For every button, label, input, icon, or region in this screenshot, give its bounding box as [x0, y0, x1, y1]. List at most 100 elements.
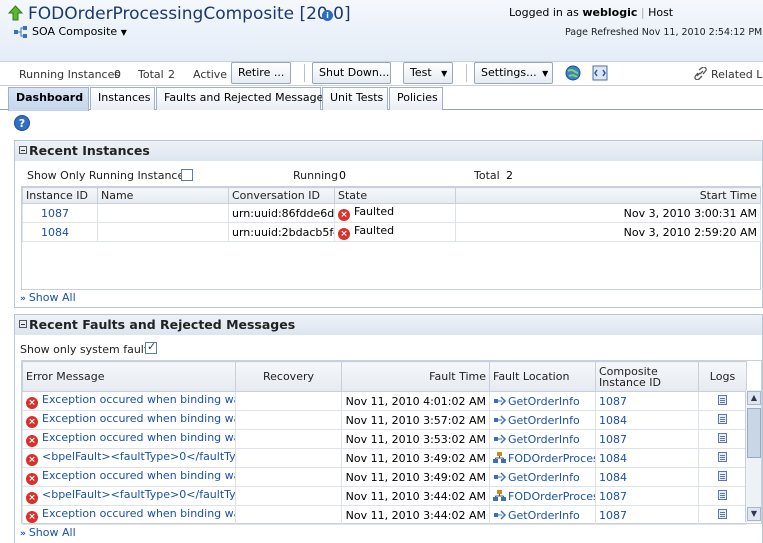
recent-instances-header[interactable]: Recent Instances	[15, 141, 762, 161]
logs-cell	[698, 391, 747, 411]
conversation-id: urn:uuid:86fdde6d-l	[228, 203, 335, 223]
col-fault-time[interactable]: Fault Time	[341, 361, 490, 392]
col-composite-instance-id[interactable]: Composite Instance ID	[595, 361, 699, 392]
col-state[interactable]: State	[334, 187, 456, 204]
fault-location-link[interactable]: GetOrderInfo	[508, 433, 580, 446]
fault-location-cell: GetOrderInfo	[489, 391, 596, 411]
col-error-message[interactable]: Error Message	[22, 361, 236, 392]
error-message-link[interactable]: <bpelFault><faultType>0</faultType	[42, 450, 235, 463]
recovery-cell	[235, 486, 342, 506]
col-instance-id[interactable]: Instance ID	[22, 187, 98, 204]
fault-location-link[interactable]: GetOrderInfo	[508, 414, 580, 427]
error-message-link[interactable]: Exception occured when binding was in	[42, 412, 235, 425]
col-recovery[interactable]: Recovery	[235, 361, 342, 392]
tab-policies[interactable]: Policies	[389, 87, 443, 110]
log-icon[interactable]	[718, 489, 727, 500]
fault-location-link[interactable]: GetOrderInfo	[508, 395, 580, 408]
collapse-icon[interactable]	[19, 320, 27, 328]
composite-instance-id-link[interactable]: 1087	[595, 505, 699, 525]
composite-instance-id-link[interactable]: 1084	[595, 467, 699, 487]
faults-vertical-scrollbar[interactable]: ▲ ▼	[745, 390, 761, 522]
fault-location-link[interactable]: FODOrderProcess	[508, 490, 595, 503]
log-icon[interactable]	[718, 508, 727, 519]
table-row[interactable]: × Exception occured when binding was in No…	[22, 505, 747, 525]
chevron-down-icon: ▼	[441, 69, 448, 78]
logs-cell	[698, 486, 747, 506]
xml-source-icon[interactable]	[592, 65, 608, 81]
error-message-link[interactable]: Exception occured when binding was in	[42, 431, 235, 444]
log-icon[interactable]	[718, 470, 727, 481]
recent-faults-header[interactable]: Recent Faults and Rejected Messages	[15, 315, 762, 335]
username[interactable]: weblogic	[582, 6, 637, 19]
table-row[interactable]: × Exception occured when binding was in No…	[22, 391, 747, 411]
table-row[interactable]: × Exception occured when binding was in No…	[22, 429, 747, 449]
recent-instances-title: Recent Instances	[29, 143, 150, 158]
shut-down-button[interactable]: Shut Down...	[312, 62, 391, 84]
fault-location-link[interactable]: GetOrderInfo	[508, 471, 580, 484]
composite-instance-id-link[interactable]: 1087	[595, 429, 699, 449]
table-row[interactable]: × Exception occured when binding was in No…	[22, 467, 747, 487]
collapse-icon[interactable]	[19, 146, 27, 154]
error-message-link[interactable]: Exception occured when binding was in	[42, 469, 235, 482]
table-row[interactable]: 1084 urn:uuid:2bdacb5f-5 × Faulted Nov 3,…	[22, 222, 761, 242]
instance-id-link[interactable]: 1084	[22, 222, 98, 242]
scroll-down-icon[interactable]: ▼	[747, 507, 761, 521]
tab-faults-rejected[interactable]: Faults and Rejected Messages	[156, 87, 329, 110]
col-start-time[interactable]: Start Time	[455, 187, 761, 204]
double-chevron-icon: »	[20, 529, 26, 539]
help-icon[interactable]: ?	[14, 115, 30, 131]
error-message-link[interactable]: Exception occured when binding was in	[42, 507, 235, 520]
error-message-cell: × <bpelFault><faultType>0</faultType	[22, 486, 236, 506]
faults-header-row: Error Message Recovery Fault Time Fault …	[22, 361, 747, 392]
fault-location-link[interactable]: FODOrderProcess	[508, 452, 595, 465]
col-name[interactable]: Name	[97, 187, 229, 204]
error-message-cell: × <bpelFault><faultType>0</faultType	[22, 448, 236, 468]
col-conversation-id[interactable]: Conversation ID	[228, 187, 335, 204]
col-fault-location[interactable]: Fault Location	[489, 361, 596, 392]
instance-id-link[interactable]: 1087	[22, 203, 98, 223]
log-icon[interactable]	[718, 432, 727, 443]
host-link[interactable]: Host	[648, 6, 673, 19]
composite-instance-id-link[interactable]: 1084	[595, 410, 699, 430]
logged-in-label: Logged in as	[509, 6, 579, 19]
tab-unit-tests[interactable]: Unit Tests	[322, 87, 388, 110]
composite-instance-id-link[interactable]: 1087	[595, 486, 699, 506]
error-message-link[interactable]: <bpelFault><faultType>0</faultType	[42, 488, 235, 501]
info-icon[interactable]: i	[322, 10, 333, 21]
logs-cell	[698, 505, 747, 525]
fault-location-link[interactable]: GetOrderInfo	[508, 509, 580, 522]
log-icon[interactable]	[718, 394, 727, 405]
composite-instance-id-link[interactable]: 1087	[595, 391, 699, 411]
log-icon[interactable]	[718, 413, 727, 424]
error-message-link[interactable]: Exception occured when binding was in	[42, 393, 235, 406]
soa-composite-menu[interactable]: SOA Composite ▼	[32, 25, 127, 38]
fault-time: Nov 11, 2010 3:53:02 AM	[341, 429, 490, 449]
table-row[interactable]: × Exception occured when binding was in No…	[22, 410, 747, 430]
show-all-instances-link[interactable]: » Show All	[20, 291, 76, 304]
scroll-up-icon[interactable]: ▲	[747, 391, 761, 405]
col-logs[interactable]: Logs	[698, 361, 747, 392]
table-row[interactable]: × <bpelFault><faultType>0</faultType Nov 1…	[22, 486, 747, 506]
show-all-faults-link[interactable]: » Show All	[20, 526, 76, 539]
tab-dashboard[interactable]: Dashboard	[8, 87, 89, 111]
table-row[interactable]: 1087 urn:uuid:86fdde6d-l × Faulted Nov 3,…	[22, 203, 761, 223]
scrollbar-thumb[interactable]	[747, 408, 761, 458]
up-arrow-icon[interactable]	[8, 5, 23, 21]
active-status: Active	[193, 68, 228, 81]
related-links-menu[interactable]: Related Lin	[711, 68, 763, 81]
show-running-checkbox[interactable]	[181, 169, 193, 181]
retire-button[interactable]: Retire ...	[231, 62, 291, 84]
fault-time: Nov 11, 2010 3:44:02 AM	[341, 486, 490, 506]
table-row[interactable]: × <bpelFault><faultType>0</faultType Nov 1…	[22, 448, 747, 468]
globe-icon[interactable]	[565, 65, 581, 81]
settings-button[interactable]: Settings... ▼	[474, 62, 553, 84]
recovery-cell	[235, 410, 342, 430]
system-faults-checkbox[interactable]: ✓	[145, 340, 157, 354]
error-icon: ×	[26, 416, 38, 428]
toolbar-divider	[304, 64, 305, 82]
tab-instances[interactable]: Instances	[90, 87, 155, 110]
page-title: FODOrderProcessingComposite [20.0]	[28, 4, 351, 24]
composite-instance-id-link[interactable]: 1084	[595, 448, 699, 468]
log-icon[interactable]	[718, 451, 727, 462]
test-button[interactable]: Test ▼	[403, 62, 453, 84]
